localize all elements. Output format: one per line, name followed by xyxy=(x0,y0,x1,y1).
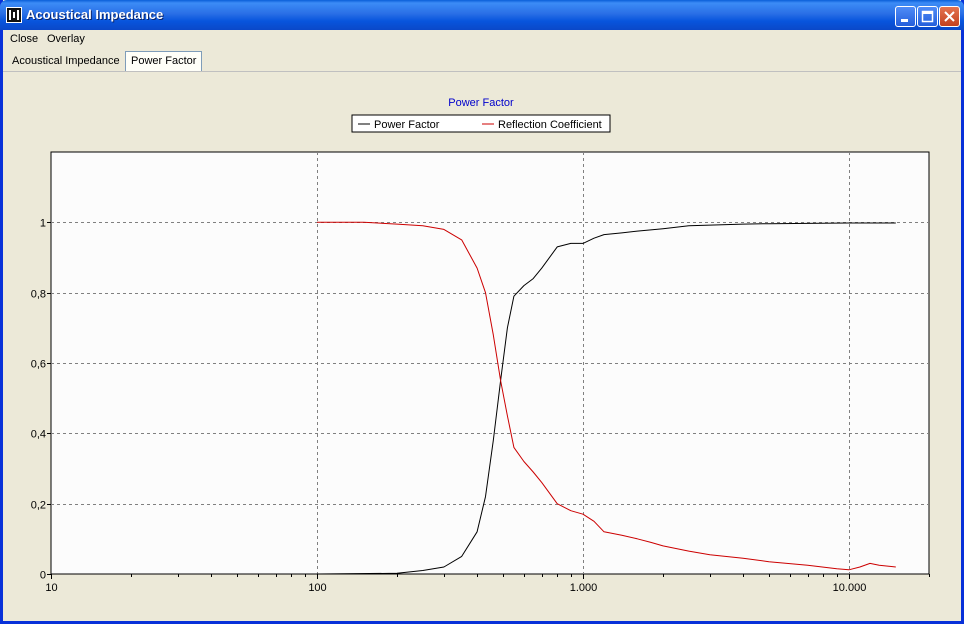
legend-label-power-factor: Power Factor xyxy=(374,119,440,131)
x-tick-label: 10.000 xyxy=(833,582,867,594)
tab-acoustical-impedance[interactable]: Acoustical Impedance xyxy=(7,52,125,70)
tab-strip: Acoustical Impedance Power Factor xyxy=(3,50,961,72)
chart-legend: Power Factor Reflection Coefficient xyxy=(351,114,611,133)
x-tick-label: 100 xyxy=(308,582,326,594)
y-tick-label: 0,2 xyxy=(31,500,46,512)
y-tick-label: 0 xyxy=(40,570,46,582)
x-tick-label: 10 xyxy=(45,582,57,594)
power-factor-chart: Power Factor Power Factor Reflection Coe… xyxy=(31,97,930,594)
app-window: Acoustical Impedance Close Overlay Acous… xyxy=(0,0,964,624)
chart-title: Power Factor xyxy=(448,97,514,109)
close-button[interactable] xyxy=(939,6,960,27)
title-bar[interactable]: Acoustical Impedance xyxy=(0,0,964,30)
maximize-icon xyxy=(921,10,934,23)
y-tick-label: 0,8 xyxy=(31,289,46,301)
y-tick-label: 1 xyxy=(40,218,46,230)
menu-overlay[interactable]: Overlay xyxy=(47,33,85,45)
legend-label-reflection-coefficient: Reflection Coefficient xyxy=(498,119,602,131)
tab-power-factor[interactable]: Power Factor xyxy=(125,51,203,71)
close-icon xyxy=(944,11,955,22)
menu-bar: Close Overlay xyxy=(3,30,961,50)
minimize-icon xyxy=(901,19,908,22)
x-tick-label: 1.000 xyxy=(570,582,598,594)
menu-close[interactable]: Close xyxy=(10,33,38,45)
app-logo-icon[interactable] xyxy=(6,7,22,23)
maximize-button[interactable] xyxy=(917,6,938,27)
window-title: Acoustical Impedance xyxy=(26,7,164,22)
y-tick-label: 0,4 xyxy=(31,429,46,441)
minimize-button[interactable] xyxy=(895,6,916,27)
y-tick-label: 0,6 xyxy=(31,359,46,371)
